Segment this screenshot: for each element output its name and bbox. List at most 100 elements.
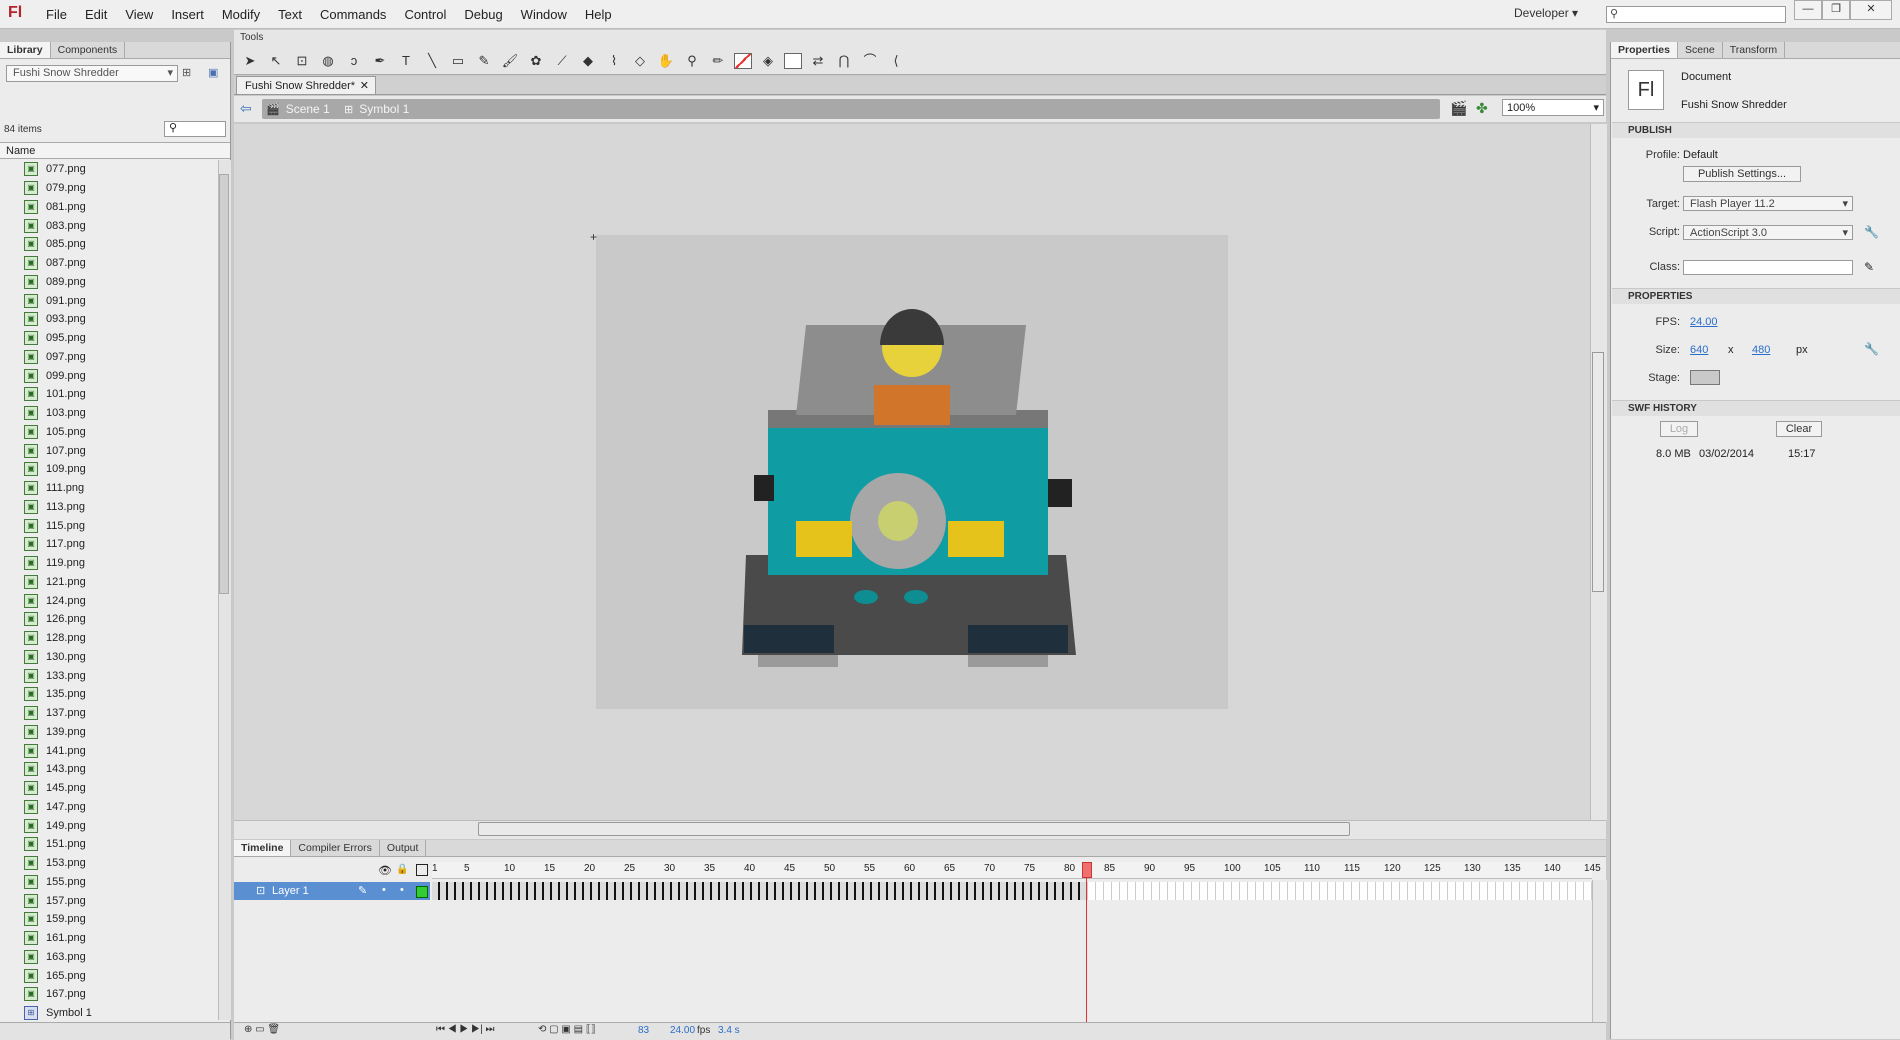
list-item[interactable]: ⊞ Symbol 1 (0, 1004, 218, 1020)
library-document-select[interactable]: Fushi Snow Shredder ▾ (6, 65, 178, 82)
breadcrumb-symbol[interactable]: ⊞ Symbol 1 (344, 99, 409, 119)
list-item[interactable]: ▣ 157.png (0, 891, 218, 910)
new-library-panel-icon[interactable]: ▣ (208, 66, 218, 79)
target-select[interactable]: Flash Player 11.2 ▾ (1683, 196, 1853, 211)
library-column-name[interactable]: Name (0, 142, 230, 159)
tab-components[interactable]: Components (51, 42, 126, 58)
list-item[interactable]: ▣ 133.png (0, 666, 218, 685)
close-icon[interactable]: ✕ (360, 77, 369, 95)
menu-edit[interactable]: Edit (85, 7, 107, 22)
layer-name[interactable]: Layer 1 (272, 882, 309, 900)
zoom-select[interactable]: 100% ▾ (1502, 99, 1604, 116)
selection-tool-icon[interactable]: ➤ (240, 52, 260, 70)
lasso-tool-icon[interactable]: ↄ (344, 52, 364, 70)
list-item[interactable]: ▣ 107.png (0, 441, 218, 460)
stroke-color-icon[interactable]: ✏ (708, 52, 728, 70)
list-item[interactable]: ▣ 091.png (0, 291, 218, 310)
menu-debug[interactable]: Debug (464, 7, 502, 22)
tab-transform[interactable]: Transform (1723, 42, 1786, 58)
doc-name[interactable]: Fushi Snow Shredder (1681, 99, 1787, 111)
list-item[interactable]: ▣ 161.png (0, 929, 218, 948)
list-item[interactable]: ▣ 137.png (0, 704, 218, 723)
tab-output[interactable]: Output (380, 840, 427, 856)
tab-library[interactable]: Library (0, 42, 51, 58)
list-item[interactable]: ▣ 135.png (0, 685, 218, 704)
list-item[interactable]: ▣ 145.png (0, 779, 218, 798)
list-item[interactable]: ▣ 099.png (0, 366, 218, 385)
lock-dot[interactable]: • (400, 884, 404, 896)
keyframe-span[interactable] (432, 882, 1086, 900)
library-search-input[interactable]: ⚲ (164, 121, 226, 137)
eraser-icon[interactable]: ◇ (630, 52, 650, 70)
list-item[interactable]: ▣ 128.png (0, 629, 218, 648)
fill-swatch[interactable] (784, 53, 802, 69)
publish-settings-button[interactable]: Publish Settings... (1683, 166, 1801, 182)
list-item[interactable]: ▣ 121.png (0, 573, 218, 592)
publish-section-header[interactable]: PUBLISH (1612, 122, 1900, 138)
edit-symbols-icon[interactable]: ✤ (1476, 100, 1488, 117)
log-button[interactable]: Log (1660, 421, 1698, 437)
pencil-tool-icon[interactable]: ✎ (474, 52, 494, 70)
list-item[interactable]: ▣ 101.png (0, 385, 218, 404)
list-item[interactable]: ▣ 105.png (0, 423, 218, 442)
deco-tool-icon[interactable]: ✿ (526, 52, 546, 70)
list-item[interactable]: ▣ 163.png (0, 948, 218, 967)
list-item[interactable]: ▣ 083.png (0, 216, 218, 235)
breadcrumb-scene[interactable]: 🎬 Scene 1 (266, 99, 330, 119)
tab-compiler-errors[interactable]: Compiler Errors (291, 840, 380, 856)
stage-horizontal-scroll-thumb[interactable] (478, 822, 1350, 836)
new-layer-icon[interactable]: ⊕ ▭ 🗑 (244, 1024, 280, 1035)
snap-icon[interactable]: ⋂ (834, 52, 854, 70)
smooth-icon[interactable]: ⌒ (860, 52, 880, 70)
pencil-icon[interactable]: ✎ (1864, 260, 1874, 274)
wrench-icon[interactable]: 🔧 (1864, 342, 1879, 356)
list-item[interactable]: ▣ 130.png (0, 648, 218, 667)
list-item[interactable]: ▣ 149.png (0, 816, 218, 835)
stroke-swatch[interactable] (734, 53, 752, 69)
class-input[interactable] (1683, 260, 1853, 275)
fps-value[interactable]: 24.00 (1690, 316, 1718, 328)
script-select[interactable]: ActionScript 3.0 ▾ (1683, 225, 1853, 240)
3d-rotation-tool-icon[interactable]: ◍ (318, 52, 338, 70)
document-tab[interactable]: Fushi Snow Shredder* ✕ (236, 76, 376, 94)
pin-icon[interactable]: ⊞ (182, 66, 191, 79)
list-item[interactable]: ▣ 085.png (0, 235, 218, 254)
visibility-dot[interactable]: • (382, 884, 386, 896)
list-item[interactable]: ▣ 165.png (0, 966, 218, 985)
zoom-tool-icon[interactable]: ⚲ (682, 52, 702, 70)
list-item[interactable]: ▣ 093.png (0, 310, 218, 329)
menu-text[interactable]: Text (278, 7, 302, 22)
list-item[interactable]: ▣ 077.png (0, 160, 218, 179)
onion-skin-controls[interactable]: ⟲ ▢ ▣ ▤ ⟦⟧ (538, 1024, 596, 1035)
help-search-input[interactable]: ⚲ (1606, 6, 1786, 23)
stage-vertical-scroll-thumb[interactable] (1592, 352, 1604, 592)
tab-timeline[interactable]: Timeline (234, 840, 292, 856)
list-item[interactable]: ▣ 143.png (0, 760, 218, 779)
eyedropper-icon[interactable]: ⌇ (604, 52, 624, 70)
straighten-icon[interactable]: ⟨ (886, 52, 906, 70)
frame-rate[interactable]: 24.00 (670, 1025, 695, 1036)
minimize-button[interactable]: — (1794, 0, 1822, 20)
list-item[interactable]: ▣ 124.png (0, 591, 218, 610)
list-item[interactable]: ▣ 081.png (0, 198, 218, 217)
menu-commands[interactable]: Commands (320, 7, 386, 22)
rectangle-tool-icon[interactable]: ▭ (448, 52, 468, 70)
list-item[interactable]: ▣ 159.png (0, 910, 218, 929)
height-value[interactable]: 480 (1752, 344, 1770, 356)
list-item[interactable]: ▣ 153.png (0, 854, 218, 873)
paint-bucket-icon[interactable]: ◆ (578, 52, 598, 70)
menu-window[interactable]: Window (521, 7, 567, 22)
list-item[interactable]: ▣ 115.png (0, 516, 218, 535)
menu-insert[interactable]: Insert (171, 7, 204, 22)
lock-layers-icon[interactable]: 🔒 (396, 864, 408, 875)
restore-button[interactable]: ❐ (1822, 0, 1850, 20)
playback-controls[interactable]: ⏮ ◀ ▶ ▶| ⏭ (436, 1024, 494, 1035)
menu-modify[interactable]: Modify (222, 7, 260, 22)
list-item[interactable]: ▣ 103.png (0, 404, 218, 423)
free-transform-tool-icon[interactable]: ⊡ (292, 52, 312, 70)
line-tool-icon[interactable]: ╲ (422, 52, 442, 70)
brush-tool-icon[interactable]: 🖌 (500, 52, 520, 70)
playhead[interactable] (1082, 862, 1092, 878)
current-frame[interactable]: 83 (638, 1025, 649, 1036)
list-item[interactable]: ▣ 087.png (0, 254, 218, 273)
